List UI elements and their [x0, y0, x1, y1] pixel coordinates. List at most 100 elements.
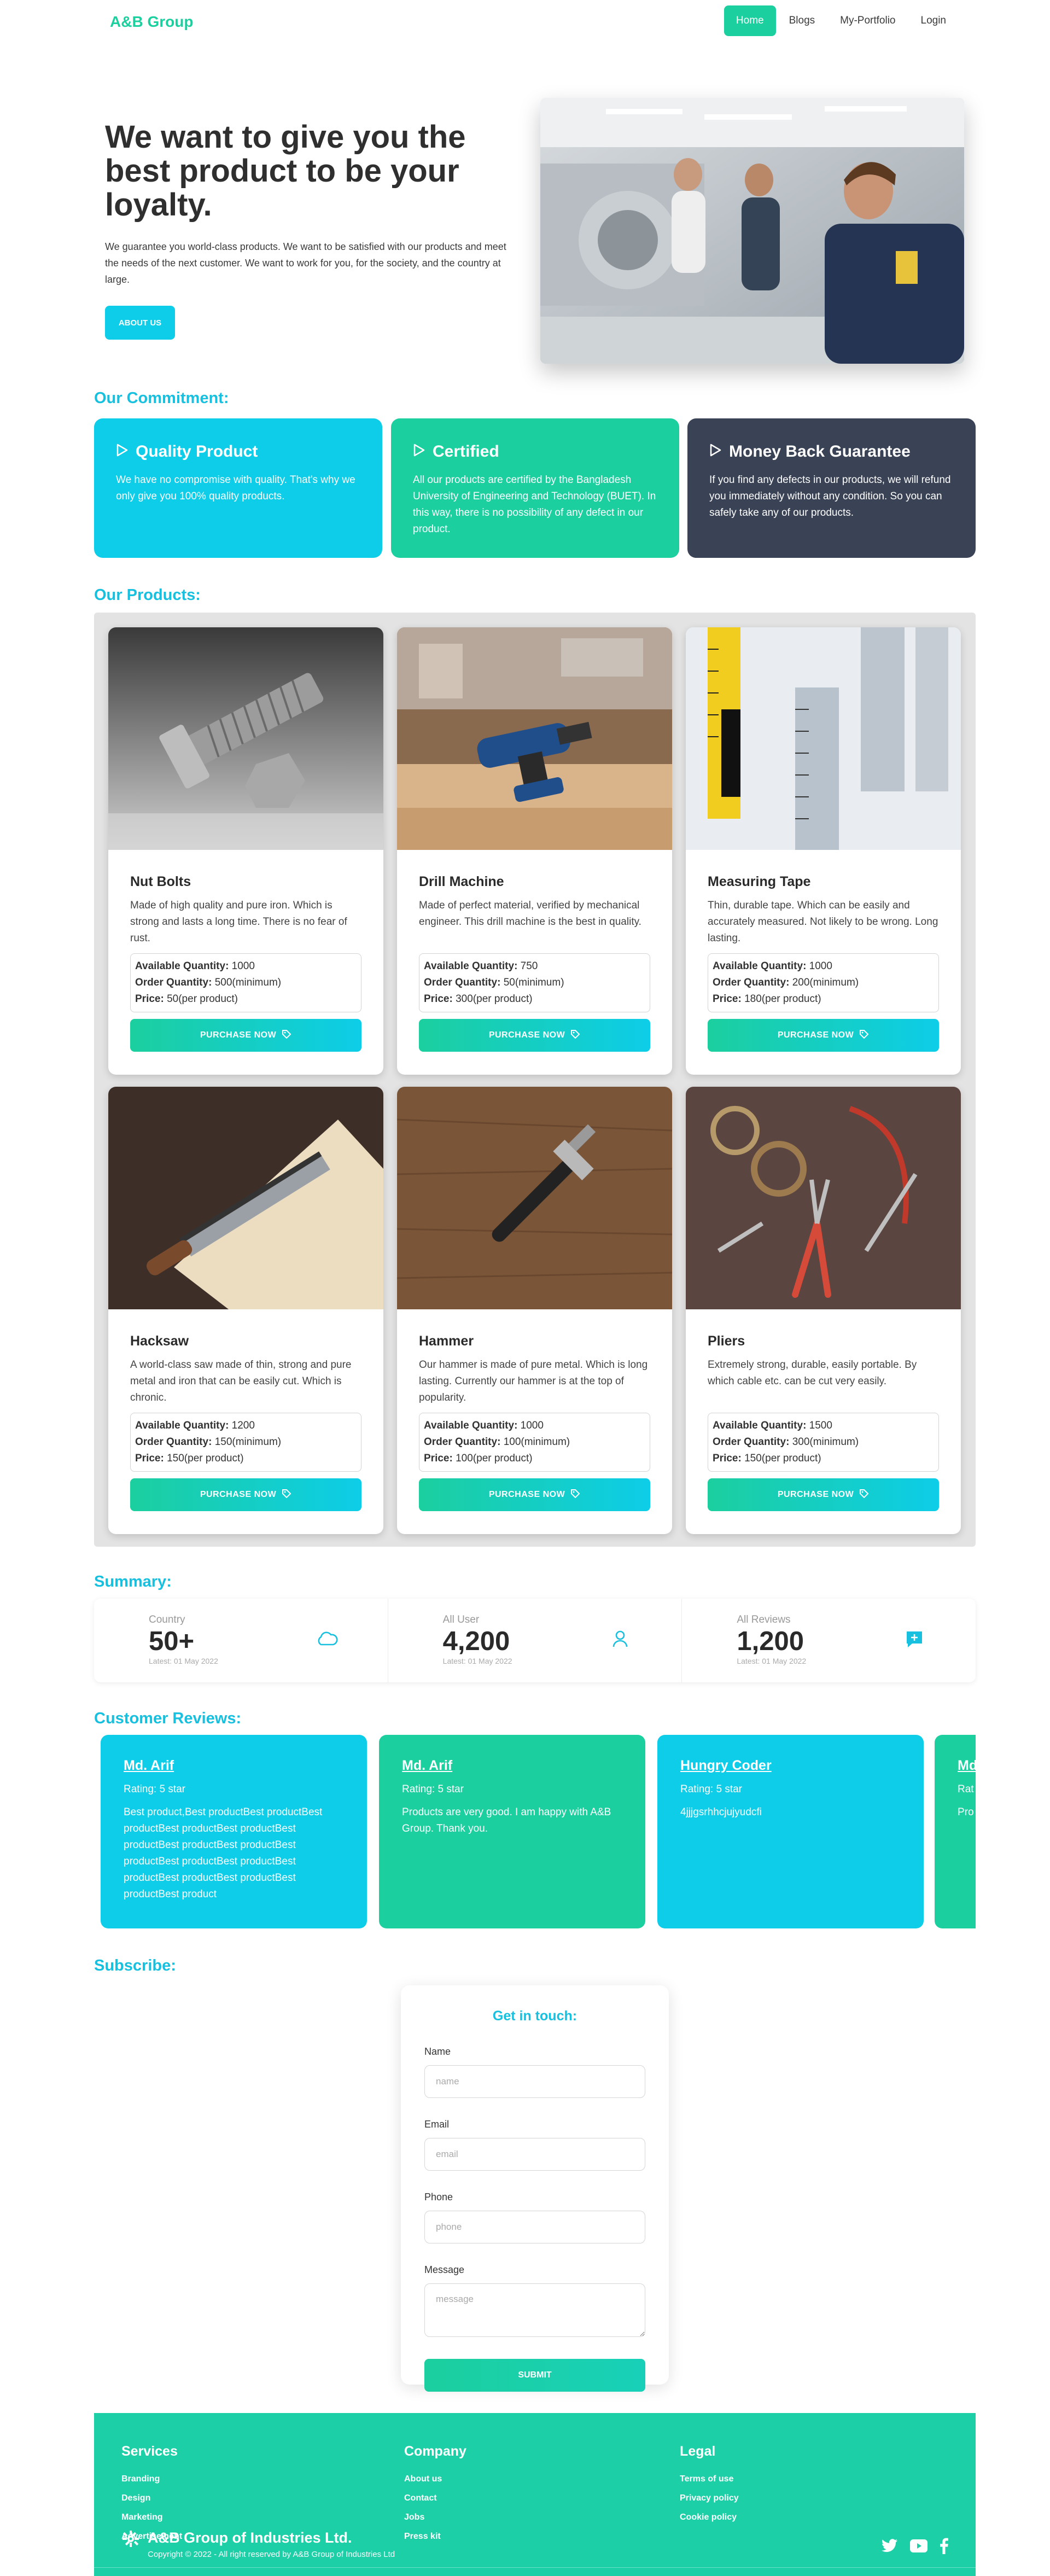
review-rating: Rating: 5 star — [402, 1784, 464, 1795]
footer-column-title: Company — [404, 2444, 466, 2459]
page: A&B Group Home Blogs My-Portfolio Login … — [0, 0, 1050, 2576]
commitment-card-text: We have no compromise with quality. That… — [116, 474, 355, 502]
about-us-button[interactable]: ABOUT US — [105, 306, 175, 340]
email-input[interactable] — [424, 2138, 645, 2171]
available-quantity-label: Available Quantity: — [135, 960, 229, 972]
reviewer-name[interactable]: Md. Arif — [124, 1758, 344, 1774]
commitment-card-text: All our products are certified by the Ba… — [413, 474, 656, 535]
product-image-hammer — [397, 1087, 672, 1309]
reviewer-name[interactable]: Md. Arif — [402, 1758, 622, 1774]
review-text: Products are very good. I am happy with … — [402, 1806, 611, 1834]
available-quantity-label: Available Quantity: — [424, 1420, 518, 1431]
youtube-icon[interactable] — [910, 2539, 928, 2555]
footer-link[interactable]: Contact — [404, 2488, 466, 2508]
product-card: Hacksaw A world-class saw made of thin, … — [108, 1087, 383, 1534]
available-quantity-label: Available Quantity: — [135, 1420, 229, 1431]
order-quantity: 200(minimum) — [792, 977, 859, 988]
purchase-now-button[interactable]: PURCHASE NOW — [419, 1019, 650, 1052]
review-card: Md. Arif Rating: 5 star Products are ver… — [379, 1735, 645, 1928]
product-info: Available Quantity: 1000 Order Quantity:… — [708, 953, 939, 1012]
stat-value: 1,200 — [737, 1627, 804, 1656]
footer-link[interactable]: Jobs — [404, 2508, 466, 2527]
product-image-hacksaw — [108, 1087, 383, 1309]
purchase-now-label: PURCHASE NOW — [777, 1030, 854, 1040]
nav-home-link[interactable]: Home — [724, 5, 776, 36]
navbar: A&B Group Home Blogs My-Portfolio Login — [0, 0, 1050, 45]
brand-logo[interactable]: A&B Group — [110, 13, 193, 31]
tag-icon — [282, 1029, 291, 1042]
product-info: Available Quantity: 750 Order Quantity: … — [419, 953, 650, 1012]
footer-column-title: Services — [121, 2444, 178, 2459]
review-card: Hungry Coder Rating: 5 star 4jjjgsrhhcju… — [657, 1735, 924, 1928]
name-input[interactable] — [424, 2065, 645, 2098]
footer-brand-name: A&B Group of Industries Ltd. — [148, 2530, 352, 2546]
order-quantity-label: Order Quantity: — [713, 977, 790, 988]
product-name: Measuring Tape — [708, 874, 811, 889]
tag-icon — [570, 1029, 580, 1042]
product-name: Pliers — [708, 1333, 745, 1349]
purchase-now-label: PURCHASE NOW — [200, 1490, 277, 1499]
user-icon — [608, 1627, 632, 1651]
order-quantity: 150(minimum) — [214, 1436, 282, 1448]
purchase-now-button[interactable]: PURCHASE NOW — [130, 1019, 361, 1052]
purchase-now-button[interactable]: PURCHASE NOW — [130, 1478, 361, 1511]
reviewer-name[interactable]: Md — [958, 1758, 976, 1774]
reviewer-name[interactable]: Hungry Coder — [680, 1758, 901, 1774]
commitment-card-title: Quality Product — [136, 442, 258, 461]
available-quantity-label: Available Quantity: — [424, 960, 518, 972]
play-outline-icon — [116, 442, 128, 461]
product-description: A world-class saw made of thin, strong a… — [130, 1359, 352, 1403]
price: 300(per product) — [456, 993, 533, 1005]
phone-label: Phone — [424, 2192, 453, 2202]
footer-link[interactable]: Design — [121, 2488, 182, 2508]
footer-legal: Legal Terms of use Privacy policy Cookie… — [680, 2444, 739, 2527]
product-image-nut-bolts — [108, 627, 383, 850]
stat-label: Country — [149, 1614, 185, 1625]
message-textarea[interactable] — [424, 2283, 645, 2337]
footer-link[interactable]: Terms of use — [680, 2469, 739, 2488]
footer-link[interactable]: Marketing — [121, 2508, 182, 2527]
product-description: Made of high quality and pure iron. Whic… — [130, 900, 347, 944]
footer-link[interactable]: About us — [404, 2469, 466, 2488]
purchase-now-button[interactable]: PURCHASE NOW — [708, 1019, 939, 1052]
nav-login-link[interactable]: Login — [909, 5, 959, 36]
footer-link[interactable]: Cookie policy — [680, 2508, 739, 2527]
commitment-card-money-back: Money Back Guarantee If you find any def… — [687, 418, 976, 558]
price: 150(per product) — [167, 1453, 244, 1464]
purchase-now-button[interactable]: PURCHASE NOW — [708, 1478, 939, 1511]
product-description: Thin, durable tape. Which can be easily … — [708, 900, 938, 944]
product-name: Hammer — [419, 1333, 474, 1349]
product-image-pliers — [686, 1087, 961, 1309]
stat-all-user: All User 4,200 Latest: 01 May 2022 — [388, 1599, 682, 1682]
nav-portfolio-link[interactable]: My-Portfolio — [828, 5, 907, 36]
stat-label: All User — [442, 1614, 480, 1625]
footer-link[interactable]: Privacy policy — [680, 2488, 739, 2508]
reviews-carousel[interactable]: Md. Arif Rating: 5 star Best product,Bes… — [94, 1735, 976, 1932]
twitter-icon[interactable] — [882, 2539, 898, 2556]
review-card: Md. Arif Rating: 5 star Best product,Bes… — [101, 1735, 367, 1928]
price-label: Price: — [424, 1453, 453, 1464]
commitment-title: Our Commitment: — [94, 389, 229, 407]
price-label: Price: — [135, 993, 164, 1005]
products-title: Our Products: — [94, 586, 201, 604]
order-quantity-label: Order Quantity: — [135, 1436, 212, 1448]
facebook-icon[interactable] — [940, 2538, 948, 2557]
order-quantity: 300(minimum) — [792, 1436, 859, 1448]
name-label: Name — [424, 2046, 451, 2057]
footer-link[interactable]: Press kit — [404, 2527, 466, 2546]
stat-value: 4,200 — [442, 1627, 510, 1656]
price: 150(per product) — [744, 1453, 821, 1464]
purchase-now-label: PURCHASE NOW — [200, 1030, 277, 1040]
product-name: Drill Machine — [419, 874, 504, 889]
nav-blogs-link[interactable]: Blogs — [777, 5, 827, 36]
submit-button[interactable]: SUBMIT — [424, 2359, 645, 2392]
purchase-now-button[interactable]: PURCHASE NOW — [419, 1478, 650, 1511]
phone-input[interactable] — [424, 2211, 645, 2243]
form-title: Get in touch: — [492, 2008, 578, 2024]
purchase-now-label: PURCHASE NOW — [488, 1490, 565, 1499]
order-quantity: 50(minimum) — [503, 977, 564, 988]
order-quantity-label: Order Quantity: — [424, 977, 501, 988]
product-image-drill-machine — [397, 627, 672, 850]
order-quantity-label: Order Quantity: — [135, 977, 212, 988]
footer-link[interactable]: Branding — [121, 2469, 182, 2488]
